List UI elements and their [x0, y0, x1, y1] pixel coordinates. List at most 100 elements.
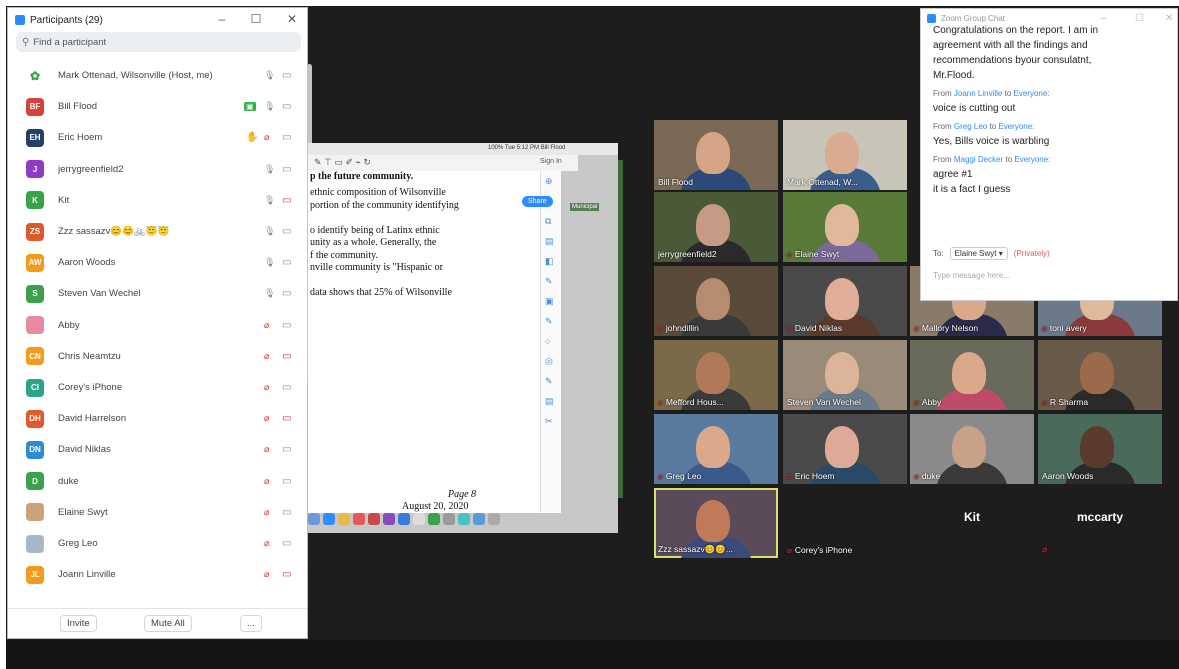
mic-icon[interactable]: 🎙	[264, 257, 275, 268]
mic-muted-icon[interactable]: ⌀	[264, 351, 269, 362]
mic-muted-icon[interactable]: ⌀	[264, 320, 269, 331]
video-icon[interactable]: ▭	[282, 538, 291, 549]
dock-app-icon[interactable]	[458, 513, 470, 525]
mic-muted-icon[interactable]: ⌀	[264, 507, 269, 518]
participant-row[interactable]: CI Corey's iPhone ⌀ ▭	[8, 372, 304, 403]
mic-icon[interactable]: 🎙	[264, 226, 275, 237]
video-tile[interactable]: mccarty ⌀	[1038, 488, 1162, 558]
sign-in-link[interactable]: Sign In	[540, 158, 562, 165]
participant-row[interactable]: Elaine Swyt ⌀ ▭	[8, 497, 304, 528]
video-icon[interactable]: ▭	[282, 101, 291, 112]
recipient-select[interactable]: Elaine Swyt ▾	[949, 247, 1008, 260]
minimize-icon[interactable]: –	[215, 12, 229, 26]
video-tile[interactable]: ⌀ Greg Leo	[654, 414, 778, 484]
video-stopped-icon[interactable]: ▭	[282, 569, 291, 580]
dock-app-icon[interactable]	[398, 513, 410, 525]
video-icon[interactable]: ▭	[282, 132, 291, 143]
video-icon[interactable]: ▭	[282, 288, 291, 299]
video-tile[interactable]: ⌀ Elaine Swyt	[783, 192, 907, 262]
video-icon[interactable]: ▭	[282, 476, 291, 487]
mic-icon[interactable]: 🎙	[264, 101, 275, 112]
participant-search[interactable]: ⚲ Find a participant	[16, 32, 301, 52]
participant-search-input[interactable]: Find a participant	[33, 37, 106, 48]
dock-app-icon[interactable]	[443, 513, 455, 525]
video-tile[interactable]: ⌀ Corey's iPhone	[783, 488, 907, 558]
mic-icon[interactable]: 🎙	[264, 195, 275, 206]
participant-row[interactable]: ✿ Mark Ottenad, Wilsonville (Host, me) 🎙 ▭	[8, 60, 304, 91]
mic-muted-icon[interactable]: ⌀	[264, 538, 269, 549]
participant-row[interactable]: Abby ⌀ ▭	[8, 310, 304, 341]
dock-app-icon[interactable]	[368, 513, 380, 525]
share-button[interactable]: Share	[522, 196, 553, 207]
maximize-icon[interactable]: ☐	[249, 12, 263, 26]
chat-close-icon[interactable]: ✕	[1165, 13, 1173, 24]
video-tile[interactable]: Mark Ottenad, W...	[783, 120, 907, 190]
chat-sender-name[interactable]: Greg Leo	[954, 122, 987, 131]
participant-row[interactable]: BF Bill Flood ▣ 🎙 ▭	[8, 91, 304, 122]
invite-button[interactable]: Invite	[60, 615, 97, 632]
participant-row[interactable]: EH Eric Hoem ✋ ⌀ ▭	[8, 122, 304, 153]
mic-icon[interactable]: 🎙	[264, 70, 275, 81]
video-tile[interactable]: ⌀ R Sharma	[1038, 340, 1162, 410]
video-tile[interactable]: Bill Flood	[654, 120, 778, 190]
dock-app-icon[interactable]	[428, 513, 440, 525]
dock-app-icon[interactable]	[383, 513, 395, 525]
participant-row[interactable]: Greg Leo ⌀ ▭	[8, 528, 304, 559]
close-icon[interactable]: ✕	[285, 12, 299, 26]
video-tile[interactable]: ⌀ Eric Hoem	[783, 414, 907, 484]
video-icon[interactable]: ▭	[282, 444, 291, 455]
participant-row[interactable]: S Steven Van Wechel 🎙 ▭	[8, 278, 304, 309]
chat-sender-name[interactable]: Maggi Decker	[954, 155, 1003, 164]
dock-app-icon[interactable]	[353, 513, 365, 525]
chat-maximize-icon[interactable]: ☐	[1135, 13, 1144, 24]
participant-row[interactable]: JL Joann Linville ⌀ ▭	[8, 559, 304, 590]
participant-row[interactable]: Dduke ⌀ ▭	[8, 466, 304, 497]
mute-all-button[interactable]: Mute All	[144, 615, 192, 632]
mic-muted-icon[interactable]: ⌀	[264, 132, 269, 143]
dock-app-icon[interactable]	[308, 513, 320, 525]
dock-app-icon[interactable]	[338, 513, 350, 525]
video-tile[interactable]: jerrygreenfield2	[654, 192, 778, 262]
chat-minimize-icon[interactable]: –	[1101, 13, 1107, 24]
video-icon[interactable]: ▭	[282, 257, 291, 268]
video-stopped-icon[interactable]: ▭	[282, 195, 291, 206]
sidebar-tool-icons[interactable]: ⊕⧉⧉▤◧✎▣✎○◎✎▤✂	[541, 171, 561, 431]
video-icon[interactable]: ▭	[282, 507, 291, 518]
toolbar-icons[interactable]: ✎ ⊤ ▭ ✐ ⌁ ↻	[314, 157, 371, 168]
video-stopped-icon[interactable]: ▭	[282, 351, 291, 362]
video-icon[interactable]: ▭	[282, 70, 291, 81]
participant-row[interactable]: DN David Niklas ⌀ ▭	[8, 434, 304, 465]
mic-muted-icon[interactable]: ⌀	[264, 476, 269, 487]
mic-muted-icon[interactable]: ⌀	[264, 444, 269, 455]
video-icon[interactable]: ▭	[282, 226, 291, 237]
video-icon[interactable]: ▭	[282, 164, 291, 175]
video-icon[interactable]: ▭	[282, 382, 291, 393]
mic-muted-icon[interactable]: ⌀	[264, 569, 269, 580]
chat-sender-name[interactable]: Joann Linville	[954, 89, 1002, 98]
video-tile[interactable]: ⌀ Mefford Hous...	[654, 340, 778, 410]
participant-row[interactable]: DH David Harrelson ⌀ ▭	[8, 403, 304, 434]
participant-row[interactable]: ZS Zzz sassazv😊😊🚲😇😇 🎙 ▭	[8, 216, 304, 247]
participant-row[interactable]: CN Chris Neamtzu ⌀ ▭	[8, 341, 304, 372]
mic-icon[interactable]: 🎙	[264, 164, 275, 175]
trash-icon[interactable]	[488, 513, 500, 525]
video-tile[interactable]: Aaron Woods	[1038, 414, 1162, 484]
video-icon[interactable]: ▭	[282, 320, 291, 331]
chat-message-input[interactable]: Type message here...	[933, 271, 1010, 280]
video-tile[interactable]: Steven Van Wechel	[783, 340, 907, 410]
participant-row[interactable]: Jjerrygreenfield2 🎙 ▭	[8, 154, 304, 185]
more-button[interactable]: ...	[240, 615, 262, 632]
mic-muted-icon[interactable]: ⌀	[264, 413, 269, 424]
video-tile[interactable]: ⌀ duke	[910, 414, 1034, 484]
dock-app-icon[interactable]	[413, 513, 425, 525]
video-stopped-icon[interactable]: ▭	[282, 413, 291, 424]
video-tile[interactable]: ⌀ Abby	[910, 340, 1034, 410]
video-tile[interactable]: Zzz sassazv😊😊...	[654, 488, 778, 558]
participant-row[interactable]: K Kit 🎙 ▭	[8, 185, 304, 216]
video-tile[interactable]: ⌀ David Niklas	[783, 266, 907, 336]
participant-row[interactable]: AW Aaron Woods 🎙 ▭	[8, 247, 304, 278]
dock-app-icon[interactable]	[323, 513, 335, 525]
mic-muted-icon[interactable]: ⌀	[264, 382, 269, 393]
dock-app-icon[interactable]	[473, 513, 485, 525]
video-tile[interactable]: ⌀ johndillin	[654, 266, 778, 336]
